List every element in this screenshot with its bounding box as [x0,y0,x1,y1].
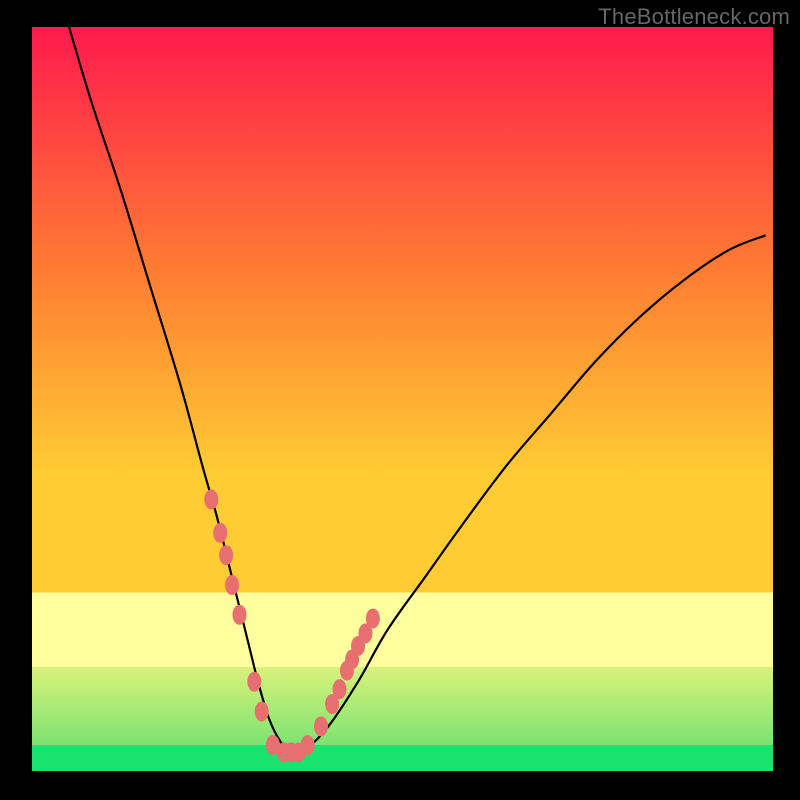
highlight-dot [314,716,328,736]
highlight-dot [204,489,218,509]
attribution-label: TheBottleneck.com [598,4,790,30]
highlight-dot [255,701,269,721]
highlight-dot [232,605,246,625]
bottleneck-chart [32,27,773,771]
highlight-dot [366,608,380,628]
highlight-dot [247,672,261,692]
highlight-dot [301,735,315,755]
highlight-dot [213,523,227,543]
chart-svg [32,27,773,771]
highlight-dot [333,679,347,699]
highlight-dot [225,575,239,595]
gradient-background [32,27,773,771]
highlight-dot [219,545,233,565]
